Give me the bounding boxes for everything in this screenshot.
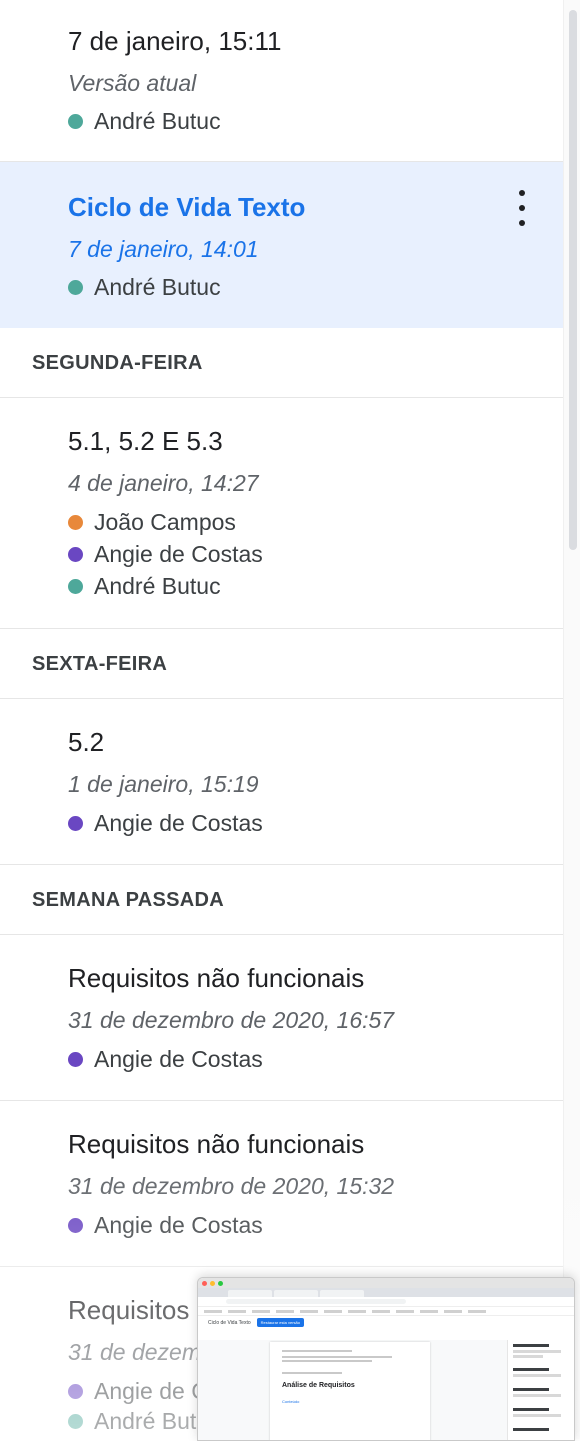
version-subtitle: 31 de dezembro de 2020, 15:32 <box>68 1173 395 1199</box>
version-history-panel: 7 de janeiro, 15:11 Versão atual André B… <box>0 0 564 1439</box>
author-color-dot <box>68 1413 83 1429</box>
version-item[interactable]: Requisitos não funcionais 31 de dezembro… <box>0 1101 564 1267</box>
version-title: Requisitos não funcionais <box>68 1129 365 1159</box>
version-author: Angie de Costas <box>68 1211 263 1239</box>
version-author: André Butuc <box>68 572 221 600</box>
section-label: SEMANA PASSADA <box>32 889 224 911</box>
thumbnail-bookmarks-bar <box>198 1307 574 1316</box>
version-item[interactable]: 5.2 1 de janeiro, 15:19 Angie de Costas <box>0 699 564 865</box>
author-color-dot <box>68 1383 83 1399</box>
version-subtitle: 7 de janeiro, 14:01 <box>68 236 259 262</box>
scrollbar[interactable] <box>563 0 580 1439</box>
author-color-dot <box>68 1217 83 1233</box>
author-color-dot <box>68 815 83 831</box>
version-item-selected[interactable]: Ciclo de Vida Texto 7 de janeiro, 14:01 … <box>0 162 564 328</box>
version-title: 7 de janeiro, 15:11 <box>68 26 282 56</box>
author-color-dot <box>68 1051 83 1067</box>
version-item[interactable]: 5.1, 5.2 E 5.3 4 de janeiro, 14:27 João … <box>0 398 564 629</box>
thumbnail-doc-heading: Análise de Requisitos <box>282 1382 355 1389</box>
author-name: André Butuc <box>94 572 221 599</box>
thumbnail-address-bar <box>198 1297 574 1307</box>
version-item[interactable]: 7 de janeiro, 15:11 Versão atual André B… <box>0 0 564 162</box>
version-author: João Campos <box>68 508 236 536</box>
author-name: André Butuc <box>94 107 221 134</box>
thumbnail-doc-toolbar: Ciclo de Vida Texto Restaurar esta versã… <box>198 1316 574 1329</box>
version-title: 5.1, 5.2 E 5.3 <box>68 426 223 456</box>
author-color-dot <box>68 279 83 295</box>
author-name: Angie de Costas <box>94 1045 263 1072</box>
thumbnail-titlebar <box>198 1278 574 1288</box>
author-name: Angie de Costas <box>94 540 263 567</box>
version-subtitle: 1 de janeiro, 15:19 <box>68 771 259 797</box>
thumbnail-doc-title: Ciclo de Vida Texto <box>208 1319 251 1326</box>
section-label: SEXTA-FEIRA <box>32 653 168 675</box>
section-header-last-week: SEMANA PASSADA <box>0 865 564 935</box>
version-author: André Butuc <box>68 107 221 135</box>
version-item[interactable]: Requisitos não funcionais 31 de dezembro… <box>0 935 564 1101</box>
scrollbar-thumb[interactable] <box>569 10 577 550</box>
author-color-dot <box>68 546 83 562</box>
section-header-monday: SEGUNDA-FEIRA <box>0 328 564 398</box>
thumbnail-history-sidebar <box>507 1340 574 1440</box>
version-author: Angie de Costas <box>68 1045 263 1073</box>
version-author: Angie de Costas <box>68 540 263 568</box>
thumbnail-tabs <box>198 1288 574 1297</box>
window-thumbnail-preview[interactable]: Ciclo de Vida Texto Restaurar esta versã… <box>197 1277 575 1441</box>
version-subtitle: 31 de dezembro de 2020, 16:57 <box>68 1007 395 1033</box>
version-title: 5.2 <box>68 727 105 757</box>
author-name: Angie de Costas <box>94 1211 263 1238</box>
thumbnail-restore-button: Restaurar esta versão <box>256 1318 304 1327</box>
section-label: SEGUNDA-FEIRA <box>32 352 203 374</box>
thumbnail-toc-label: Conteúdo <box>282 1399 300 1404</box>
version-subtitle: Versão atual <box>68 70 197 96</box>
author-name: Angie de Costas <box>94 809 263 836</box>
thumbnail-body: Análise de Requisitos Conteúdo <box>198 1340 574 1440</box>
version-title: Ciclo de Vida Texto <box>68 192 306 222</box>
author-name: André Butuc <box>94 273 221 300</box>
author-color-dot <box>68 113 83 129</box>
section-header-friday: SEXTA-FEIRA <box>0 629 564 699</box>
version-subtitle: 4 de janeiro, 14:27 <box>68 470 259 496</box>
version-author: André Butuc <box>68 273 221 301</box>
author-name: João Campos <box>94 508 236 535</box>
version-title: Requisitos não funcionais <box>68 963 365 993</box>
author-color-dot <box>68 578 83 594</box>
author-color-dot <box>68 514 83 530</box>
more-options-icon[interactable] <box>508 186 536 230</box>
thumbnail-doc-page: Análise de Requisitos Conteúdo <box>270 1342 430 1440</box>
version-author: Angie de Costas <box>68 809 263 837</box>
